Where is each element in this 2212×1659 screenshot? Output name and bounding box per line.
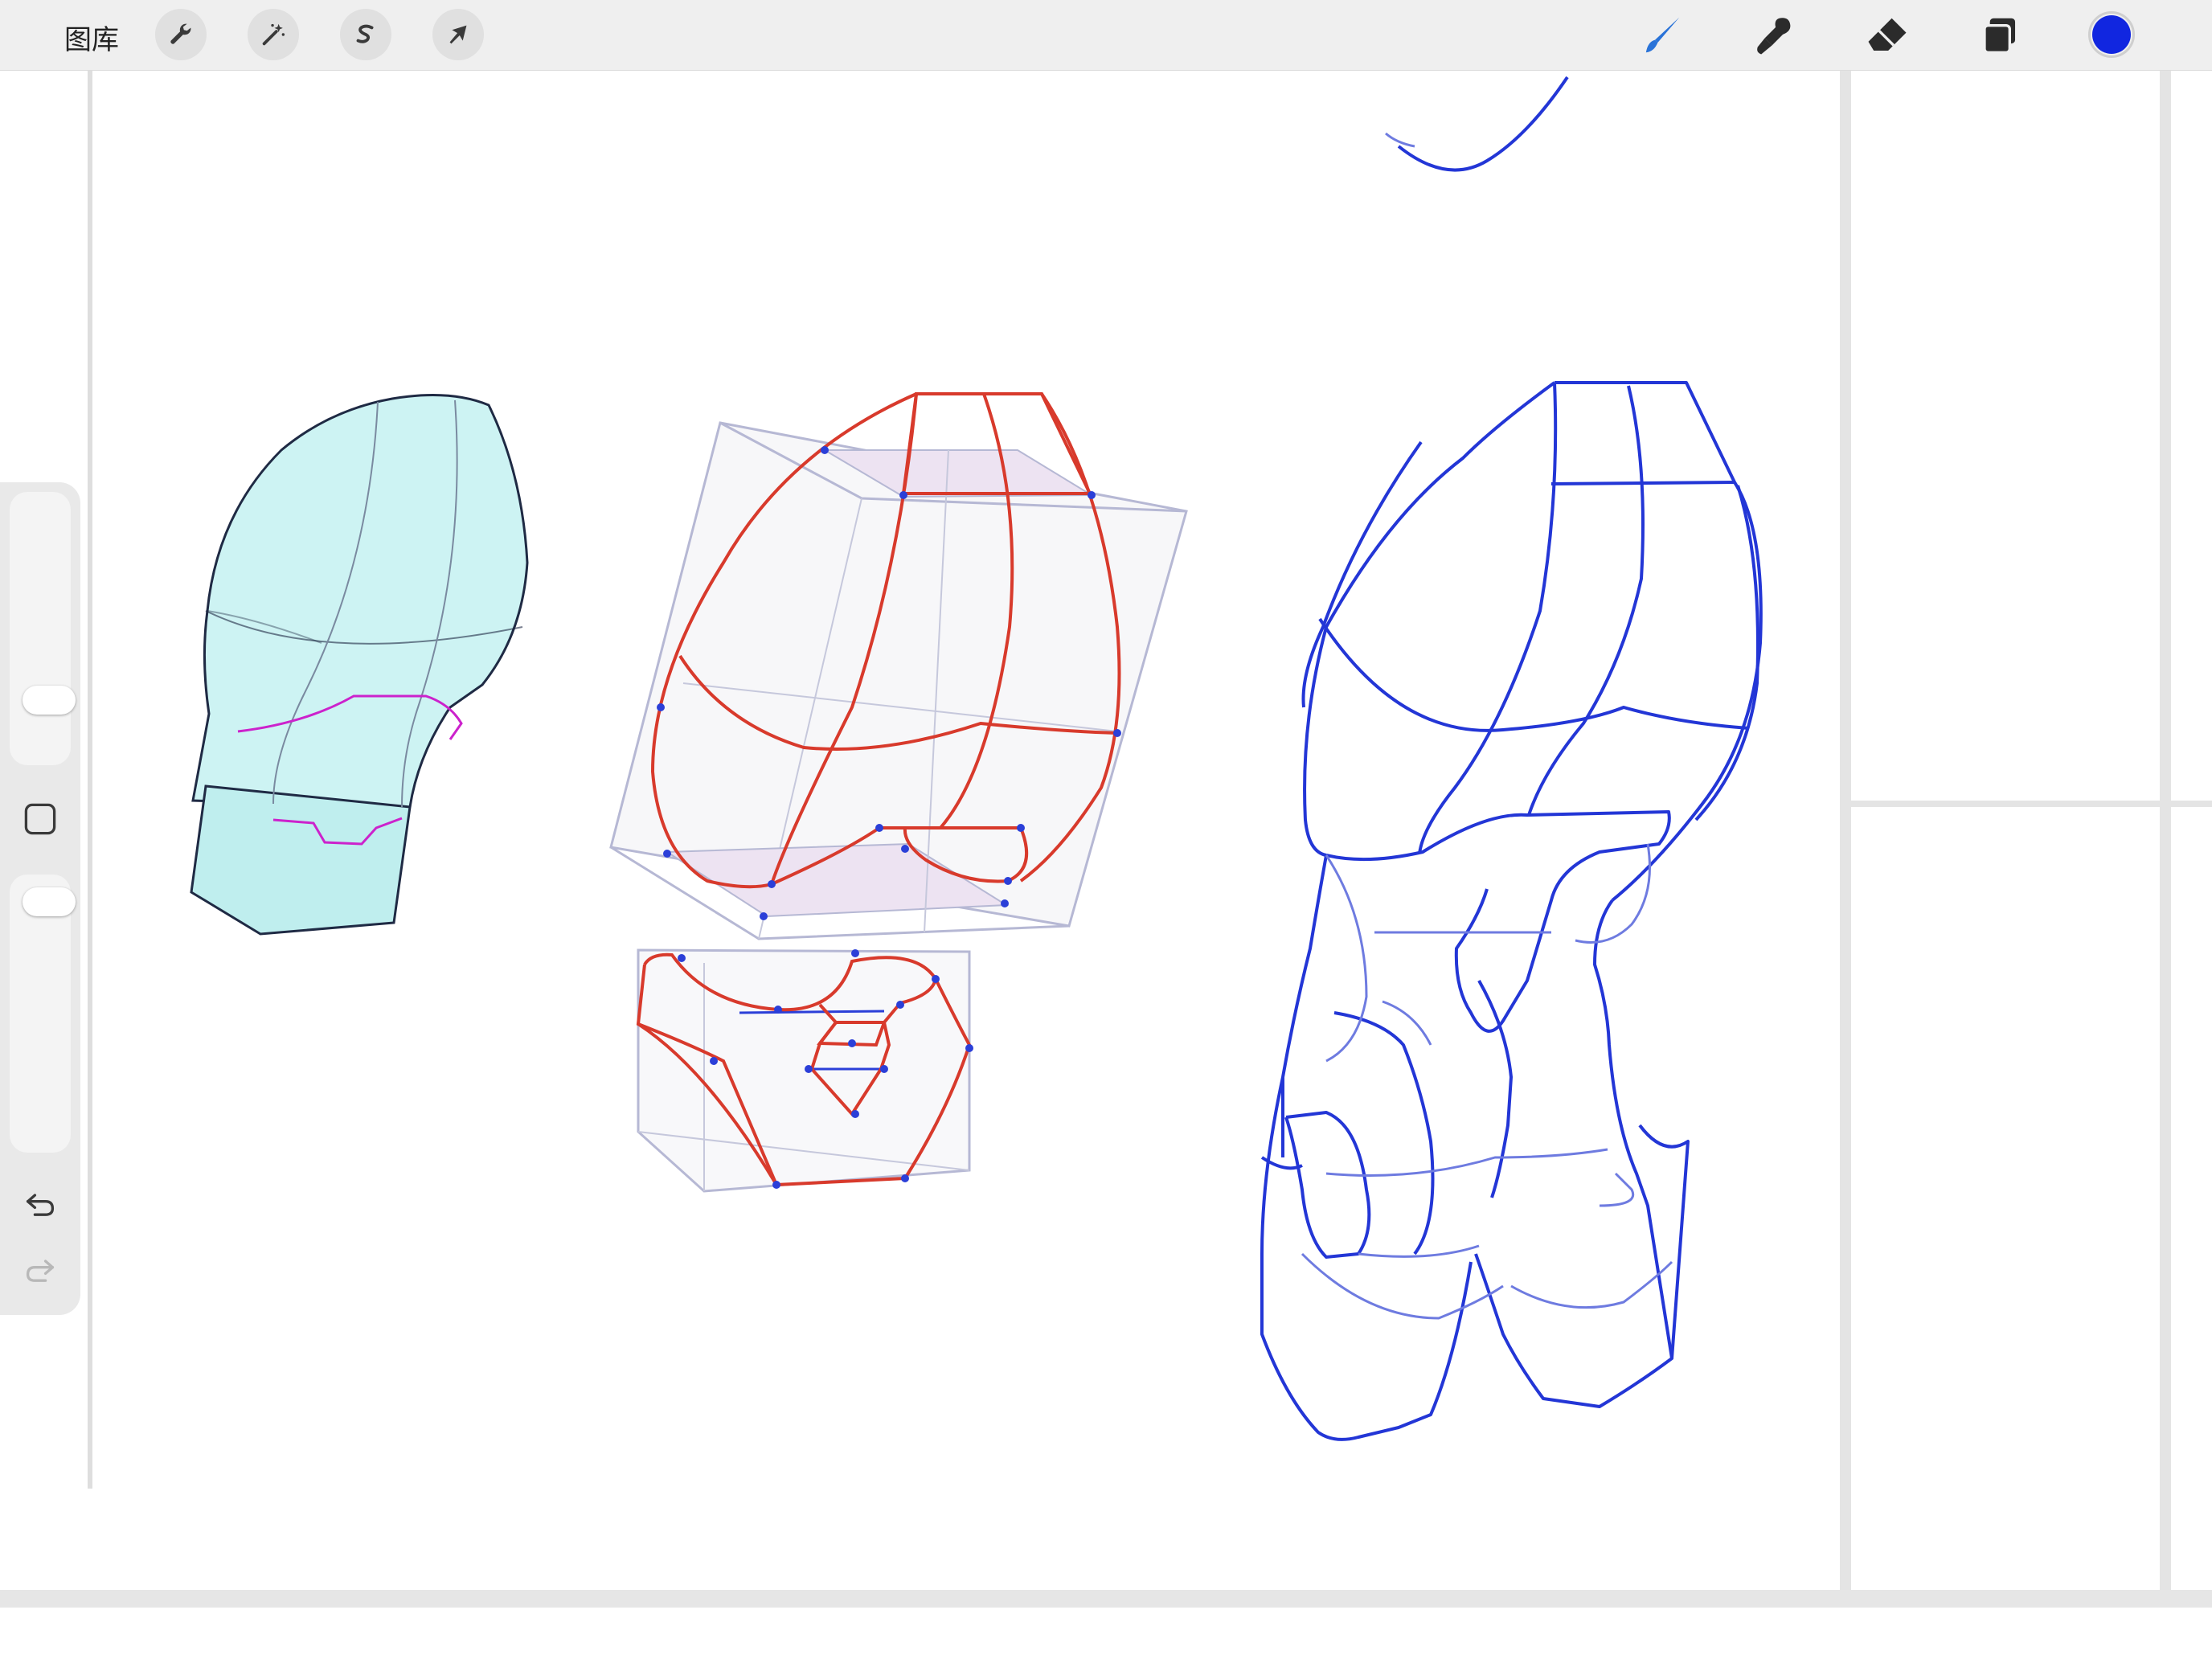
magic-wand-icon	[262, 23, 285, 46]
current-color-swatch	[2092, 15, 2131, 54]
square-outline-icon	[24, 803, 56, 835]
arrow-cursor-icon	[449, 25, 467, 44]
layers-icon	[1983, 18, 2016, 54]
gallery-button[interactable]: 图库	[64, 18, 119, 57]
layers-button[interactable]	[1976, 11, 2024, 59]
redo-arrow-icon	[26, 1260, 55, 1282]
brush-size-slider[interactable]	[10, 492, 76, 765]
actions-button[interactable]	[155, 9, 207, 60]
eraser-button[interactable]	[1863, 11, 1911, 59]
blue-sketch-light-lines	[1301, 843, 1673, 1320]
adjustments-button[interactable]	[248, 9, 299, 60]
undo-arrow-icon	[26, 1194, 55, 1216]
sidebar	[0, 482, 80, 1315]
wrench-icon	[170, 23, 191, 44]
undo-button[interactable]	[18, 1182, 63, 1227]
smudge-icon	[1757, 18, 1791, 55]
brush-icon	[1645, 17, 1680, 53]
redo-button[interactable]	[18, 1247, 63, 1292]
eraser-icon	[1868, 18, 1907, 51]
opacity-thumb[interactable]	[23, 887, 76, 917]
cyan-torso-figure	[190, 394, 529, 936]
drawing-canvas[interactable]	[0, 71, 2212, 1591]
blue-sketch-figure	[1260, 76, 1763, 1441]
artwork	[88, 71, 2212, 1590]
brush-size-thumb[interactable]	[23, 685, 76, 715]
transform-button[interactable]	[432, 9, 484, 60]
brush-button[interactable]	[1638, 11, 1686, 59]
bottom-edge	[0, 1590, 2212, 1608]
selection-s-icon	[356, 24, 374, 43]
color-picker-button[interactable]	[2088, 11, 2135, 58]
selection-button[interactable]	[340, 9, 391, 60]
opacity-slider[interactable]	[10, 875, 76, 1153]
modify-button[interactable]	[21, 800, 59, 838]
top-toolbar: 图库	[0, 0, 2212, 71]
smudge-button[interactable]	[1751, 11, 1799, 59]
